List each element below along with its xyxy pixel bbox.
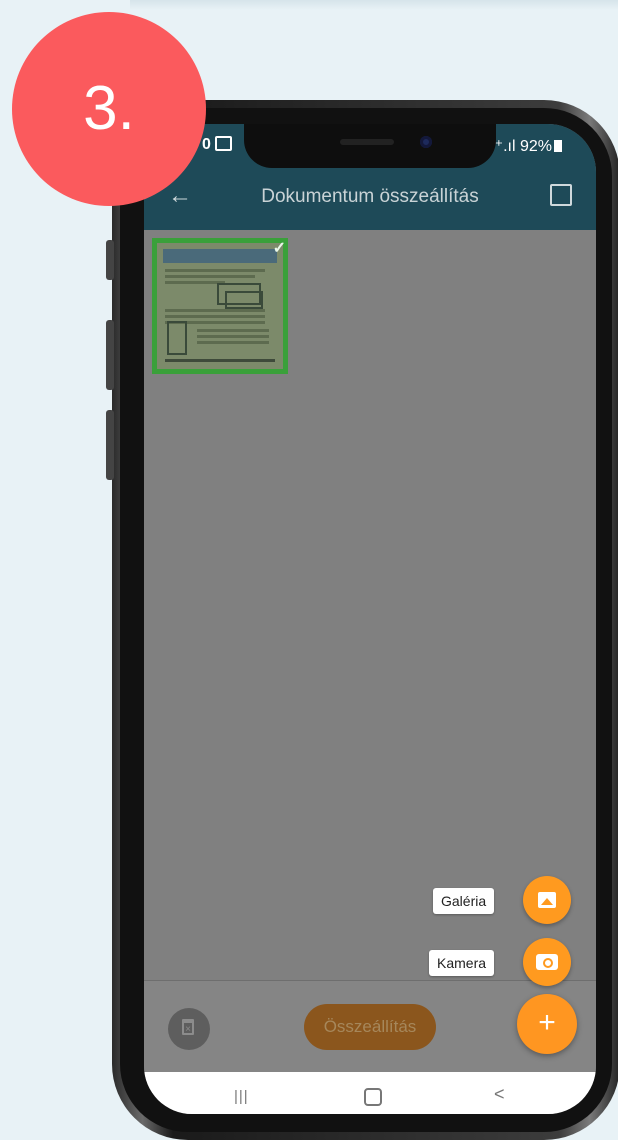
volume-down-button: [106, 410, 114, 480]
battery-icon: [554, 140, 562, 152]
home-icon[interactable]: [364, 1088, 382, 1106]
step-number-badge: 3.: [12, 12, 206, 206]
page-title: Dokumentum összeállítás: [261, 186, 479, 207]
status-bar-left: 0: [202, 136, 232, 154]
phone-screen: 0 ⁺.ıl 92% ← Dokumentum összeállítás ✓ ×…: [144, 124, 596, 1114]
delete-button[interactable]: ×: [168, 1008, 210, 1050]
select-all-checkbox[interactable]: [550, 184, 572, 206]
page-background-strip: [130, 0, 618, 10]
assemble-button[interactable]: Összeállítás: [304, 1004, 436, 1050]
system-nav-bar: ||| <: [144, 1072, 596, 1114]
signal-battery-text: ⁺.ıl 92%: [494, 138, 552, 155]
camera-label[interactable]: Kamera: [429, 950, 495, 976]
add-fab-button[interactable]: +: [517, 994, 577, 1054]
image-icon: [538, 892, 556, 908]
camera-button[interactable]: [523, 938, 571, 986]
front-camera: [420, 136, 432, 148]
nav-back-icon[interactable]: <: [494, 1084, 505, 1105]
notch: [244, 124, 496, 168]
trash-icon: ×: [182, 1019, 194, 1035]
page-thumbnail[interactable]: ✓: [152, 238, 288, 374]
volume-up-button: [106, 320, 114, 390]
gallery-button[interactable]: [523, 876, 571, 924]
image-notification-icon: [214, 136, 232, 151]
camera-icon: [536, 954, 558, 970]
status-time: 0: [202, 136, 211, 153]
selected-check-icon: ✓: [272, 240, 286, 257]
document-preview: [157, 243, 283, 369]
mute-switch: [106, 240, 114, 280]
recent-apps-icon[interactable]: |||: [234, 1088, 249, 1105]
status-bar-right: ⁺.ıl 92%: [495, 136, 562, 156]
gallery-label[interactable]: Galéria: [433, 888, 495, 914]
